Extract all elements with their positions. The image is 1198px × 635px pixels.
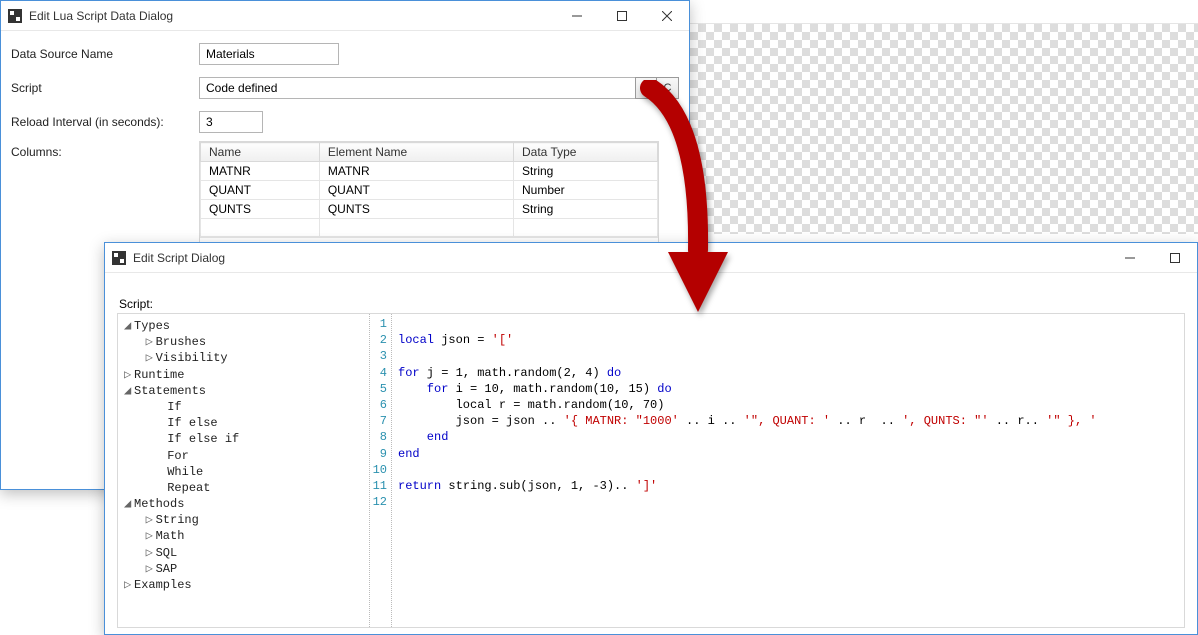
columns-label: Columns: xyxy=(11,145,199,159)
app-icon xyxy=(7,8,23,24)
background-topbar xyxy=(690,0,1198,24)
dlg2-title: Edit Script Dialog xyxy=(133,251,1107,265)
tree-if-else[interactable]: If else xyxy=(167,416,217,430)
tree-while[interactable]: While xyxy=(167,465,203,479)
table-row[interactable]: MATNR MATNR String xyxy=(201,162,658,181)
tree-string[interactable]: String xyxy=(156,513,199,527)
tree-sap[interactable]: SAP xyxy=(156,562,178,576)
close-button[interactable] xyxy=(644,1,689,31)
data-source-name-label: Data Source Name xyxy=(11,47,199,61)
tree-types[interactable]: Types xyxy=(134,319,170,333)
tree-examples[interactable]: Examples xyxy=(134,578,192,592)
dlg1-title: Edit Lua Script Data Dialog xyxy=(29,9,554,23)
app-icon xyxy=(111,250,127,266)
script-input[interactable] xyxy=(199,77,635,99)
minimize-button[interactable] xyxy=(1107,243,1152,273)
data-source-name-input[interactable] xyxy=(199,43,339,65)
col-header-name[interactable]: Name xyxy=(201,143,320,162)
tree-repeat[interactable]: Repeat xyxy=(167,481,210,495)
minimize-button[interactable] xyxy=(554,1,599,31)
script-clear-button[interactable]: X xyxy=(635,77,657,99)
tree-methods[interactable]: Methods xyxy=(134,497,184,511)
table-row[interactable]: QUANT QUANT Number xyxy=(201,181,658,200)
checker-background xyxy=(690,24,1198,234)
maximize-button[interactable] xyxy=(1152,243,1197,273)
code-editor[interactable]: local json = '[' for j = 1, math.random(… xyxy=(392,314,1184,627)
tree-sql[interactable]: SQL xyxy=(156,546,178,560)
script-label: Script xyxy=(11,81,199,95)
col-header-element-name[interactable]: Element Name xyxy=(319,143,513,162)
tree-if-else-if[interactable]: If else if xyxy=(167,432,239,446)
tree-runtime[interactable]: Runtime xyxy=(134,368,184,382)
maximize-button[interactable] xyxy=(599,1,644,31)
table-row-empty[interactable] xyxy=(201,219,658,237)
script-section-label: Script: xyxy=(119,297,1185,311)
tree-for[interactable]: For xyxy=(167,449,189,463)
edit-script-dialog: Edit Script Dialog Script: ◢Types ▷Brush… xyxy=(104,242,1198,635)
line-number-gutter: 1 2 3 4 5 6 7 8 9 10 11 12 xyxy=(370,314,392,627)
tree-brushes[interactable]: Brushes xyxy=(156,335,206,349)
tree-if[interactable]: If xyxy=(167,400,181,414)
reload-interval-input[interactable] xyxy=(199,111,263,133)
table-row[interactable]: QUNTS QUNTS String xyxy=(201,200,658,219)
dlg2-titlebar[interactable]: Edit Script Dialog xyxy=(105,243,1197,273)
tree-math[interactable]: Math xyxy=(156,529,185,543)
dlg1-titlebar[interactable]: Edit Lua Script Data Dialog xyxy=(1,1,689,31)
script-edit-button[interactable]: C xyxy=(657,77,679,99)
tree-statements[interactable]: Statements xyxy=(134,384,206,398)
reload-interval-label: Reload Interval (in seconds): xyxy=(11,115,199,129)
col-header-data-type[interactable]: Data Type xyxy=(513,143,657,162)
tree-visibility[interactable]: Visibility xyxy=(156,351,228,365)
snippet-tree[interactable]: ◢Types ▷Brushes ▷Visibility ▷Runtime ◢St… xyxy=(118,314,370,627)
editor-area: ◢Types ▷Brushes ▷Visibility ▷Runtime ◢St… xyxy=(117,313,1185,628)
